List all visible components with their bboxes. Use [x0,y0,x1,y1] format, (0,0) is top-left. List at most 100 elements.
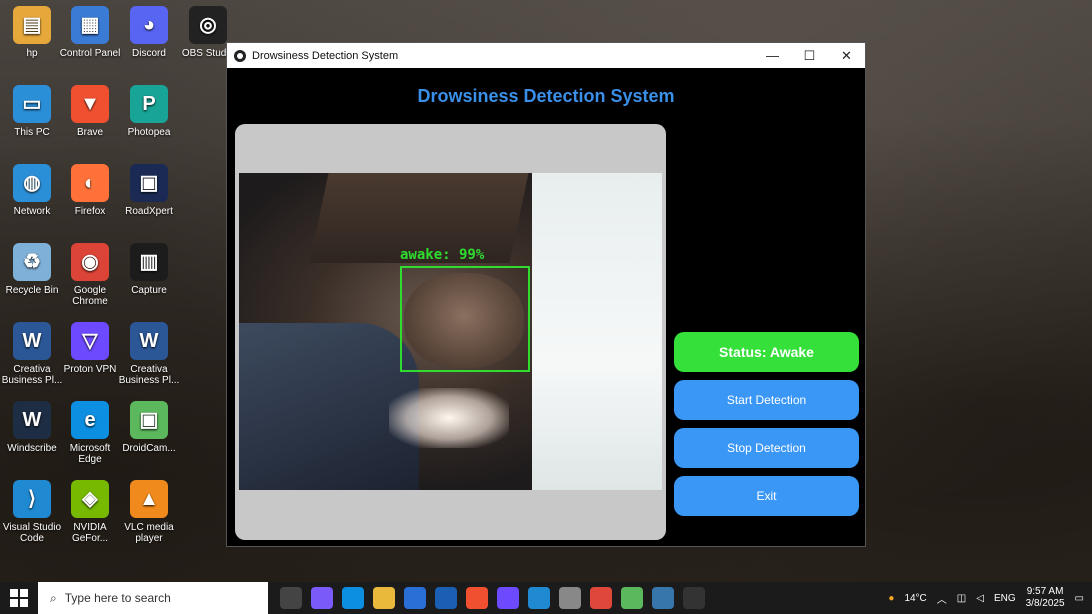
feed-window-light [389,388,509,448]
desktop-icon-label: VLC media player [124,522,174,544]
android-icon[interactable] [621,587,643,609]
desktop-icon-control-panel[interactable]: ▦ Control Panel [58,6,122,82]
desktop-icon-recycle-bin[interactable]: ♻ Recycle Bin [0,243,64,319]
desktop-icon-windscribe[interactable]: W Windscribe [0,401,64,477]
app-icon: ◈ [71,480,109,518]
weather-icon[interactable]: ● [888,593,894,604]
app-icon: ◕ [130,6,168,44]
desktop-icon-label: Firefox [74,206,106,217]
taskbar: ⌕ Type here to search ● 14°C ︿ ◫ ◁ ENG 9… [0,582,1092,614]
start-button[interactable] [0,582,38,614]
desktop-icon-label: Brave [76,127,104,138]
desktop-icon-label: DroidCam... [122,443,176,454]
desktop-icon-label: Recycle Bin [5,285,59,296]
desktop-icon-hp[interactable]: ▤ hp [0,6,64,82]
video-panel: awake: 99% [235,124,666,540]
desktop-icon-nvidia-gefor[interactable]: ◈ NVIDIA GeFor... [58,480,122,556]
desktop-icon-label: RoadXpert [125,206,173,217]
task-view-icon[interactable] [280,587,302,609]
app-logo-icon [234,49,246,62]
app-icon: ▼ [71,85,109,123]
close-button[interactable]: ✕ [828,43,865,68]
search-icon: ⌕ [50,590,57,605]
desktop-icon-label: Control Panel [59,48,121,59]
desktop-icon-label: Proton VPN [63,364,117,375]
app-heading: Drowsiness Detection System [417,86,675,106]
desktop-icon-capture[interactable]: ▥ Capture [117,243,181,319]
desktop-icon-label: Microsoft Edge [69,443,111,465]
app-icon: W [13,401,51,439]
feed-background-wall [532,173,662,490]
vscode-icon[interactable] [528,587,550,609]
app-icon: ◐ [71,164,109,202]
desktop-icon-this-pc[interactable]: ▭ This PC [0,85,64,161]
stop-detection-button[interactable]: Stop Detection [674,428,859,468]
volume-icon[interactable]: ◁ [976,593,984,604]
clock-date: 3/8/2025 [1025,598,1065,609]
pinned-apps [280,587,705,609]
store-icon[interactable] [404,587,426,609]
desktop-icon-label: Capture [131,285,167,296]
network-icon[interactable]: ◫ [957,593,966,604]
app-icon: ▤ [13,6,51,44]
desktop-icon-brave[interactable]: ▼ Brave [58,85,122,161]
app-icon: ▥ [130,243,168,281]
desktop-icon-creativa-business-pl[interactable]: W Creativa Business Pl... [117,322,181,398]
title-bar[interactable]: Drowsiness Detection System — ☐ ✕ [227,43,865,68]
weather-temp[interactable]: 14°C [904,593,926,604]
app-icon: ▲ [130,480,168,518]
app-icon: ▭ [13,85,51,123]
outlook-icon[interactable] [435,587,457,609]
desktop-icon-visual-studio-code[interactable]: ⟩ Visual Studio Code [0,480,64,556]
obs-icon[interactable] [683,587,705,609]
desktop-icon-label: Discord [132,48,166,59]
desktop-icon-label: Creativa Business Pl... [1,364,63,386]
desktop-icon-droidcam[interactable]: ▣ DroidCam... [117,401,181,477]
desktop-icon-label: hp [26,48,38,59]
desktop-icon-creativa-business-pl[interactable]: W Creativa Business Pl... [0,322,64,398]
desktop-icon-label: Creativa Business Pl... [118,364,180,386]
python-icon[interactable] [652,587,674,609]
app-icon: ▣ [130,164,168,202]
exit-button[interactable]: Exit [674,476,859,516]
desktop-icon-microsoft-edge[interactable]: e Microsoft Edge [58,401,122,477]
notification-icon[interactable]: ▭ [1075,593,1084,604]
system-tray: ● 14°C ︿ ◫ ◁ ENG 9:57 AM 3/8/2025 ▭ [888,582,1084,614]
desktop-icon-network[interactable]: ◍ Network [0,164,64,240]
desktop-icon-proton-vpn[interactable]: ▽ Proton VPN [58,322,122,398]
app-icon: ◎ [189,6,227,44]
maximize-button[interactable]: ☐ [791,43,828,68]
minimize-button[interactable]: — [754,43,791,68]
language-indicator[interactable]: ENG [994,593,1016,604]
edge-icon[interactable] [342,587,364,609]
clock[interactable]: 9:57 AM 3/8/2025 [1026,586,1065,610]
file-explorer-icon[interactable] [373,587,395,609]
desktop-icon-label: Visual Studio Code [2,522,62,544]
desktop-icon-label: Windscribe [7,443,57,454]
brave-icon[interactable] [466,587,488,609]
app-window: Drowsiness Detection System — ☐ ✕ Drowsi… [226,42,866,547]
desktop-icon-google-chrome[interactable]: ◉ Google Chrome [58,243,122,319]
copilot-icon[interactable] [311,587,333,609]
app-icon: e [71,401,109,439]
desktop-icon-vlc-media-player[interactable]: ▲ VLC media player [117,480,181,556]
desktop-icon-photopea[interactable]: P Photopea [117,85,181,161]
start-detection-button[interactable]: Start Detection [674,380,859,420]
app-icon: ◉ [71,243,109,281]
visual-studio-icon[interactable] [497,587,519,609]
app-icon: W [130,322,168,360]
app-icon: ▽ [71,322,109,360]
app-icon: ⟩ [13,480,51,518]
desktop-icon-firefox[interactable]: ◐ Firefox [58,164,122,240]
tray-chevron-icon[interactable]: ︿ [937,591,947,606]
window-title: Drowsiness Detection System [252,49,399,62]
camera-feed: awake: 99% [239,173,662,490]
detection-label: awake: 99% [400,247,485,263]
desktop-icon-label: Photopea [127,127,171,138]
desktop-icon-label: Network [13,206,51,217]
desktop-icon-discord[interactable]: ◕ Discord [117,6,181,82]
taskbar-search[interactable]: ⌕ Type here to search [38,582,268,614]
app-icon[interactable] [559,587,581,609]
desktop-icon-roadxpert[interactable]: ▣ RoadXpert [117,164,181,240]
git-icon[interactable] [590,587,612,609]
